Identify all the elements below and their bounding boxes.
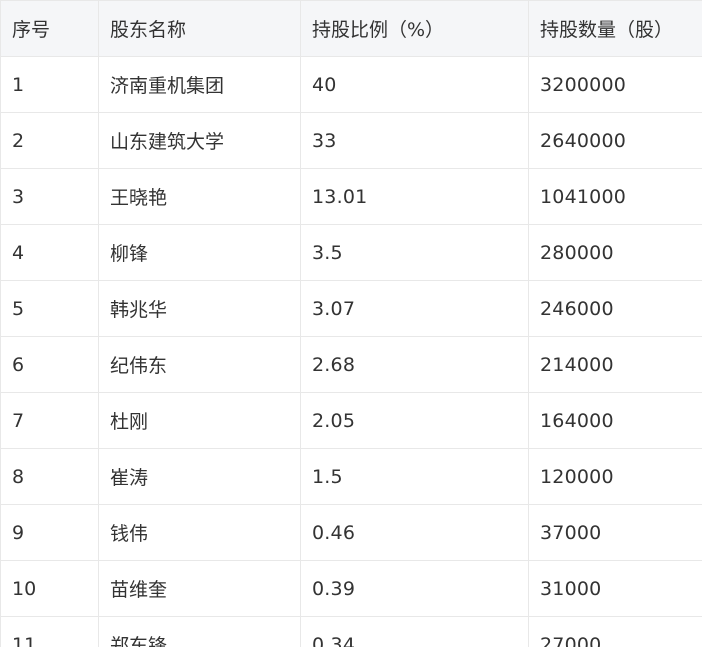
cell-shareholder-name: 崔涛 <box>98 448 301 505</box>
cell-share-ratio: 33 <box>300 112 529 169</box>
cell-shareholder-name: 王晓艳 <box>98 168 301 225</box>
table-row: 1 济南重机集团 40 3200000 <box>0 56 702 113</box>
cell-index: 10 <box>0 560 99 617</box>
cell-index: 5 <box>0 280 99 337</box>
cell-share-ratio: 2.05 <box>300 392 529 449</box>
cell-index: 2 <box>0 112 99 169</box>
cell-index: 1 <box>0 56 99 113</box>
cell-share-ratio: 0.39 <box>300 560 529 617</box>
table-row: 7 杜刚 2.05 164000 <box>0 392 702 449</box>
header-share-ratio: 持股比例（%） <box>300 0 529 57</box>
cell-share-ratio: 3.5 <box>300 224 529 281</box>
cell-share-ratio: 1.5 <box>300 448 529 505</box>
cell-shareholder-name: 济南重机集团 <box>98 56 301 113</box>
table-body: 1 济南重机集团 40 3200000 2 山东建筑大学 33 2640000 … <box>0 56 702 647</box>
cell-share-count: 27000 <box>528 616 702 647</box>
cell-index: 6 <box>0 336 99 393</box>
cell-shareholder-name: 郑东锋 <box>98 616 301 647</box>
shareholder-table: 序号 股东名称 持股比例（%） 持股数量（股） 1 济南重机集团 40 3200… <box>0 0 702 647</box>
cell-share-count: 120000 <box>528 448 702 505</box>
cell-shareholder-name: 柳锋 <box>98 224 301 281</box>
cell-share-count: 3200000 <box>528 56 702 113</box>
cell-share-count: 246000 <box>528 280 702 337</box>
cell-index: 11 <box>0 616 99 647</box>
cell-share-ratio: 3.07 <box>300 280 529 337</box>
cell-index: 9 <box>0 504 99 561</box>
cell-shareholder-name: 纪伟东 <box>98 336 301 393</box>
cell-index: 3 <box>0 168 99 225</box>
header-row: 序号 股东名称 持股比例（%） 持股数量（股） <box>0 0 702 57</box>
table-row: 6 纪伟东 2.68 214000 <box>0 336 702 393</box>
cell-shareholder-name: 杜刚 <box>98 392 301 449</box>
table-row: 5 韩兆华 3.07 246000 <box>0 280 702 337</box>
table-row: 10 苗维奎 0.39 31000 <box>0 560 702 617</box>
cell-share-ratio: 0.46 <box>300 504 529 561</box>
header-index: 序号 <box>0 0 99 57</box>
table-row: 3 王晓艳 13.01 1041000 <box>0 168 702 225</box>
table-row: 11 郑东锋 0.34 27000 <box>0 616 702 647</box>
table-row: 9 钱伟 0.46 37000 <box>0 504 702 561</box>
cell-shareholder-name: 山东建筑大学 <box>98 112 301 169</box>
cell-share-count: 2640000 <box>528 112 702 169</box>
cell-shareholder-name: 钱伟 <box>98 504 301 561</box>
cell-share-count: 1041000 <box>528 168 702 225</box>
cell-shareholder-name: 苗维奎 <box>98 560 301 617</box>
cell-index: 8 <box>0 448 99 505</box>
shareholder-table-container: 序号 股东名称 持股比例（%） 持股数量（股） 1 济南重机集团 40 3200… <box>0 0 702 647</box>
header-share-count: 持股数量（股） <box>528 0 702 57</box>
cell-share-count: 31000 <box>528 560 702 617</box>
cell-share-count: 280000 <box>528 224 702 281</box>
cell-shareholder-name: 韩兆华 <box>98 280 301 337</box>
cell-share-count: 37000 <box>528 504 702 561</box>
cell-share-ratio: 2.68 <box>300 336 529 393</box>
table-row: 4 柳锋 3.5 280000 <box>0 224 702 281</box>
cell-share-ratio: 40 <box>300 56 529 113</box>
cell-index: 4 <box>0 224 99 281</box>
cell-share-count: 164000 <box>528 392 702 449</box>
header-shareholder-name: 股东名称 <box>98 0 301 57</box>
cell-share-ratio: 13.01 <box>300 168 529 225</box>
table-row: 2 山东建筑大学 33 2640000 <box>0 112 702 169</box>
cell-share-count: 214000 <box>528 336 702 393</box>
cell-share-ratio: 0.34 <box>300 616 529 647</box>
cell-index: 7 <box>0 392 99 449</box>
table-header: 序号 股东名称 持股比例（%） 持股数量（股） <box>0 0 702 57</box>
table-row: 8 崔涛 1.5 120000 <box>0 448 702 505</box>
